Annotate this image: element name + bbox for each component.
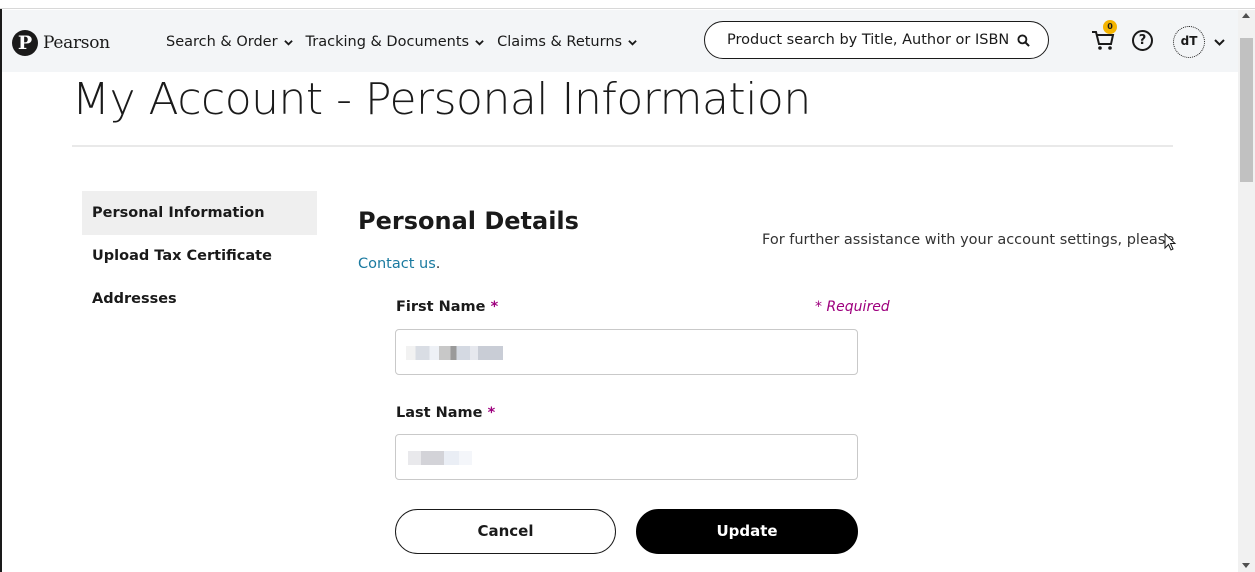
chevron-down-icon xyxy=(475,39,484,46)
scroll-down-arrow[interactable] xyxy=(1242,563,1250,568)
last-name-field[interactable] xyxy=(395,434,858,480)
main-nav: Search & Order Tracking & Documents Clai… xyxy=(166,34,650,50)
assistance-text: For further assistance with your account… xyxy=(762,232,1175,248)
site-header: P Pearson Search & Order Tracking & Docu… xyxy=(2,10,1238,72)
nav-search-order[interactable]: Search & Order xyxy=(166,34,293,50)
last-name-label: Last Name * xyxy=(396,405,495,421)
mouse-cursor-icon xyxy=(1164,233,1177,251)
section-title: Personal Details xyxy=(358,207,579,235)
nav-claims-returns[interactable]: Claims & Returns xyxy=(497,34,637,50)
product-search-input[interactable]: Product search by Title, Author or ISBN xyxy=(704,21,1049,59)
search-placeholder: Product search by Title, Author or ISBN xyxy=(727,32,1010,48)
nav-tracking-documents[interactable]: Tracking & Documents xyxy=(306,34,485,50)
redacted-value xyxy=(406,346,503,360)
chevron-down-icon xyxy=(283,39,293,46)
cancel-button[interactable]: Cancel xyxy=(395,509,616,554)
nav-item-label: Search & Order xyxy=(166,34,278,50)
required-star: * xyxy=(487,405,496,421)
field-label: First Name xyxy=(396,299,486,315)
required-star: * xyxy=(490,299,499,315)
cart-count-badge: 0 xyxy=(1103,20,1117,34)
contact-us-link[interactable]: Contact us xyxy=(358,256,436,272)
sidebar-item-personal-information[interactable]: Personal Information xyxy=(82,191,317,235)
sidebar-item-upload-tax-certificate[interactable]: Upload Tax Certificate xyxy=(82,234,317,278)
window-top-edge xyxy=(0,0,1255,9)
window-left-edge xyxy=(0,9,2,572)
pearson-logo-icon: P xyxy=(12,30,38,56)
avatar[interactable]: dT xyxy=(1173,26,1205,58)
contact-suffix: . xyxy=(435,256,441,272)
chevron-down-icon[interactable] xyxy=(1214,38,1225,47)
redacted-value xyxy=(408,451,472,465)
scroll-up-arrow[interactable] xyxy=(1242,13,1250,18)
first-name-field[interactable] xyxy=(395,329,858,375)
update-button[interactable]: Update xyxy=(636,509,858,554)
pearson-logo[interactable]: P Pearson xyxy=(12,30,110,56)
contact-us-paragraph: Contact us. xyxy=(358,256,440,272)
field-label: Last Name xyxy=(396,405,483,421)
first-name-label: First Name * xyxy=(396,299,498,315)
help-icon[interactable]: ? xyxy=(1132,30,1153,51)
page-title: My Account - Personal Information xyxy=(72,74,811,125)
scroll-thumb[interactable] xyxy=(1240,38,1253,182)
sidebar-item-addresses[interactable]: Addresses xyxy=(82,277,317,321)
brand-name: Pearson xyxy=(43,33,110,53)
nav-item-label: Claims & Returns xyxy=(497,34,623,50)
divider xyxy=(72,145,1173,147)
search-icon[interactable] xyxy=(1017,34,1030,47)
nav-item-label: Tracking & Documents xyxy=(305,34,470,50)
page-scrollbar[interactable] xyxy=(1238,10,1255,572)
chevron-down-icon xyxy=(628,39,637,46)
cart-button[interactable]: 0 xyxy=(1090,20,1117,52)
required-note: * Required xyxy=(815,299,890,315)
